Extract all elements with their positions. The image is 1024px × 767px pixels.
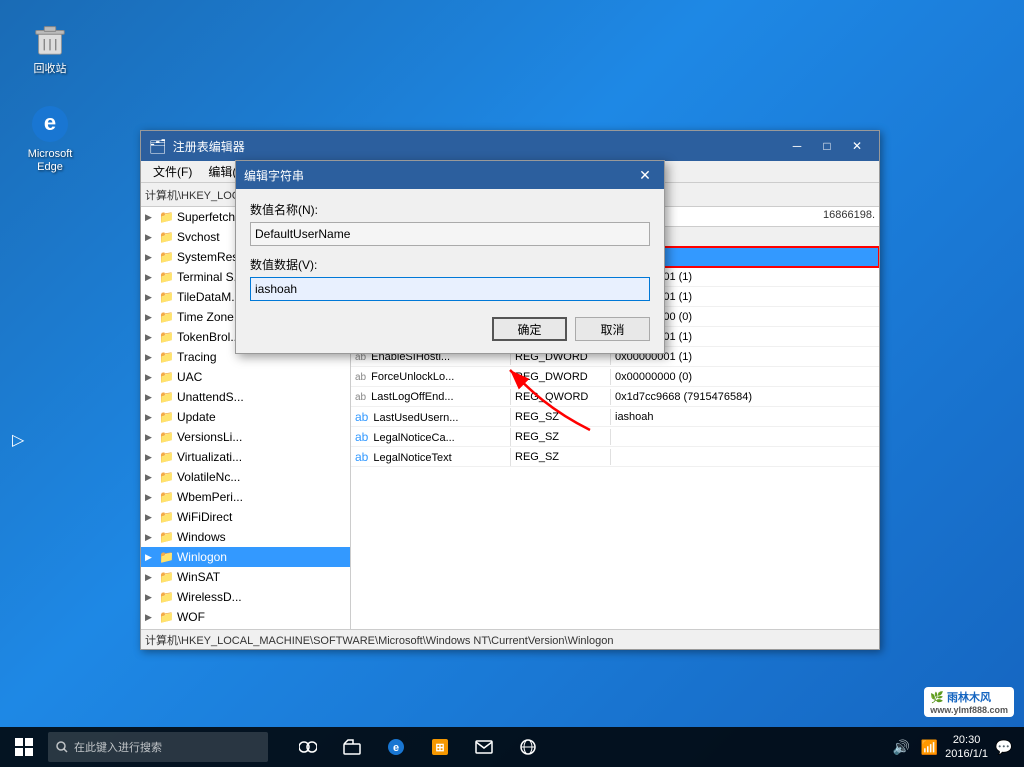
edit-string-dialog: 编辑字符串 ✕ 数值名称(N): 数值数据(V): 确定 取消	[235, 160, 665, 354]
dialog-close-button[interactable]: ✕	[634, 165, 656, 185]
cancel-button[interactable]: 取消	[575, 317, 650, 341]
dialog-title-bar: 编辑字符串 ✕	[236, 161, 664, 189]
value-input[interactable]	[250, 277, 650, 301]
dialog-title-text: 编辑字符串	[244, 167, 634, 184]
ok-button[interactable]: 确定	[492, 317, 567, 341]
name-label: 数值名称(N):	[250, 201, 650, 218]
dialog-overlay: 编辑字符串 ✕ 数值名称(N): 数值数据(V): 确定 取消	[0, 0, 1024, 767]
data-label: 数值数据(V):	[250, 256, 650, 273]
name-input[interactable]	[250, 222, 650, 246]
dialog-body: 数值名称(N): 数值数据(V): 确定 取消	[236, 189, 664, 353]
dialog-buttons: 确定 取消	[250, 317, 650, 341]
desktop: 回收站 e Microsoft Edge 🗂 注册表编辑器 ─ □ ✕ 文件(F…	[0, 0, 1024, 767]
